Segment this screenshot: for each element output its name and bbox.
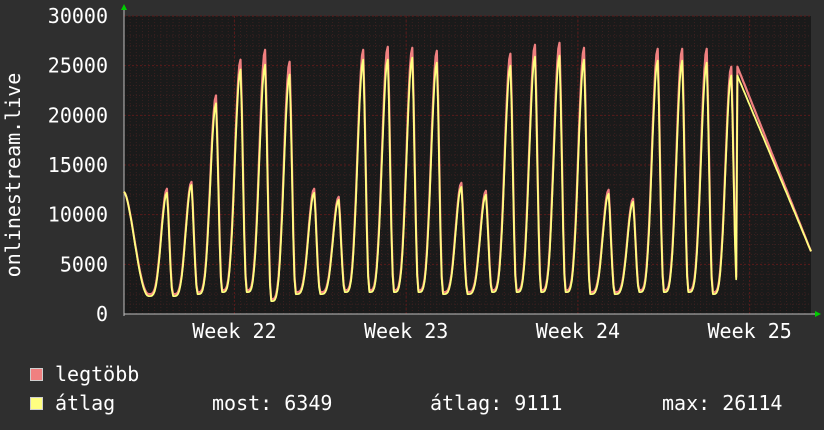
y-tick-label: 0 (96, 302, 108, 326)
stat-max: max: 26114 (662, 391, 783, 415)
y-tick-label: 25000 (48, 54, 108, 78)
y-tick-label: 30000 (48, 4, 108, 28)
y-axis-arrow (121, 4, 127, 10)
y-tick-label: 10000 (48, 203, 108, 227)
legend-avg-swatch (30, 396, 43, 410)
legend-max-swatch (30, 367, 43, 381)
y-tick-label: 15000 (48, 153, 108, 177)
x-tick-label: Week 23 (364, 319, 448, 340)
x-axis-arrow (815, 311, 821, 317)
chart-area: 0 5000 10000 15000 20000 25000 30000 Week 22 Wee… (0, 0, 824, 343)
y-tick-label: 20000 (48, 103, 108, 127)
x-tick-label: Week 22 (192, 319, 276, 340)
stat-average: átlag: 9111 (430, 391, 563, 415)
legend-avg: átlag (30, 391, 115, 415)
legend-avg-label: átlag (55, 391, 116, 415)
stat-current: most: 6349 (212, 391, 333, 415)
traffic-chart: 0 5000 10000 15000 20000 25000 30000 Week 22 Wee… (1, 4, 821, 343)
y-tick-label: 5000 (60, 252, 108, 276)
x-tick-label: Week 24 (536, 319, 620, 340)
x-tick-label: Week 25 (708, 319, 792, 340)
y-axis-title: onlinestream.live (1, 73, 25, 278)
legend-max: legtöbb (30, 362, 139, 386)
legend-max-label: legtöbb (55, 362, 140, 386)
